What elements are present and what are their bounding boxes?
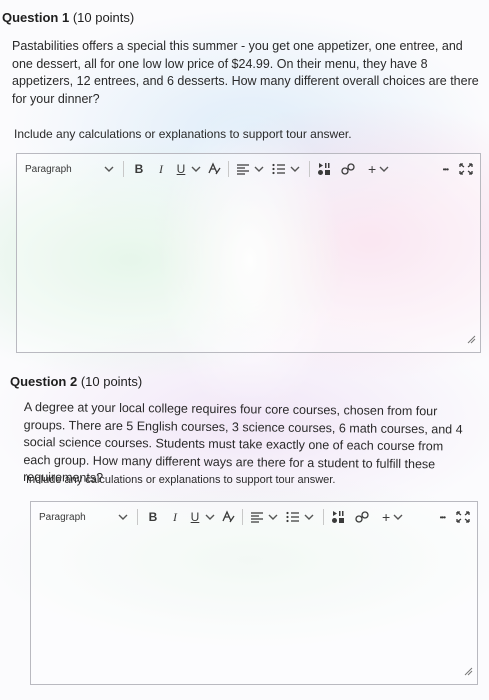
- bold-button[interactable]: B: [130, 159, 148, 179]
- question-points: (10 points): [72, 10, 135, 25]
- answer-instruction: Include any calculations or explanations…: [26, 474, 336, 486]
- link-icon[interactable]: [340, 159, 356, 179]
- page: { "questions": [ { "number": "Question 1…: [0, 0, 489, 700]
- toolbar-divider: [228, 161, 229, 177]
- answer-editor[interactable]: Paragraph B I U + •••: [16, 153, 481, 353]
- question-title: Question 1 (10 points): [2, 10, 134, 25]
- toolbar-divider: [309, 161, 310, 177]
- question-points: (10 points): [80, 374, 143, 389]
- chevron-down-icon[interactable]: [101, 159, 117, 179]
- question-prompt: Pastabilities offers a special this summ…: [12, 39, 479, 106]
- question-number: Question 1: [2, 10, 70, 25]
- fullscreen-icon[interactable]: [458, 159, 474, 179]
- format-dropdown[interactable]: Paragraph: [31, 507, 115, 527]
- more-options-button[interactable]: •••: [440, 507, 446, 527]
- toolbar-divider: [323, 509, 324, 525]
- question-2: Question 2 (10 points) A degree at your …: [0, 365, 489, 700]
- chevron-down-icon[interactable]: [251, 159, 267, 179]
- fullscreen-icon[interactable]: [455, 507, 471, 527]
- answer-instruction: Include any calculations or explanations…: [14, 127, 352, 141]
- chevron-down-icon[interactable]: [376, 159, 392, 179]
- chevron-down-icon[interactable]: [202, 507, 218, 527]
- more-options-button[interactable]: •••: [443, 159, 449, 179]
- chevron-down-icon[interactable]: [188, 159, 204, 179]
- insert-media-icon[interactable]: [316, 159, 332, 179]
- align-left-icon[interactable]: [235, 159, 251, 179]
- resize-handle-icon[interactable]: [466, 331, 476, 349]
- text-color-icon[interactable]: [206, 159, 222, 179]
- bulleted-list-icon[interactable]: [285, 507, 301, 527]
- question-number: Question 2: [10, 374, 78, 389]
- insert-button[interactable]: +: [368, 159, 376, 179]
- toolbar-divider: [242, 509, 243, 525]
- toolbar-divider: [137, 509, 138, 525]
- insert-media-icon[interactable]: [330, 507, 346, 527]
- question-title: Question 2 (10 points): [10, 374, 142, 389]
- format-label: Paragraph: [39, 511, 86, 523]
- answer-editor[interactable]: Paragraph B I U + •••: [30, 501, 478, 685]
- toolbar-divider: [123, 161, 124, 177]
- chevron-down-icon[interactable]: [390, 507, 406, 527]
- align-left-icon[interactable]: [249, 507, 265, 527]
- underline-button[interactable]: U: [188, 507, 202, 527]
- editor-toolbar: Paragraph B I U + •••: [31, 502, 477, 532]
- format-label: Paragraph: [25, 163, 72, 175]
- bulleted-list-icon[interactable]: [271, 159, 287, 179]
- insert-button[interactable]: +: [382, 507, 390, 527]
- link-icon[interactable]: [354, 507, 370, 527]
- editor-toolbar: Paragraph B I U + •••: [17, 154, 480, 184]
- chevron-down-icon[interactable]: [301, 507, 317, 527]
- format-dropdown[interactable]: Paragraph: [17, 159, 101, 179]
- chevron-down-icon[interactable]: [115, 507, 131, 527]
- chevron-down-icon[interactable]: [265, 507, 281, 527]
- chevron-down-icon[interactable]: [287, 159, 303, 179]
- bold-button[interactable]: B: [144, 507, 162, 527]
- resize-handle-icon[interactable]: [463, 663, 473, 681]
- underline-button[interactable]: U: [174, 159, 188, 179]
- italic-button[interactable]: I: [152, 159, 170, 179]
- italic-button[interactable]: I: [166, 507, 184, 527]
- question-1: Question 1 (10 points) Pastabilities off…: [0, 0, 489, 365]
- text-color-icon[interactable]: [220, 507, 236, 527]
